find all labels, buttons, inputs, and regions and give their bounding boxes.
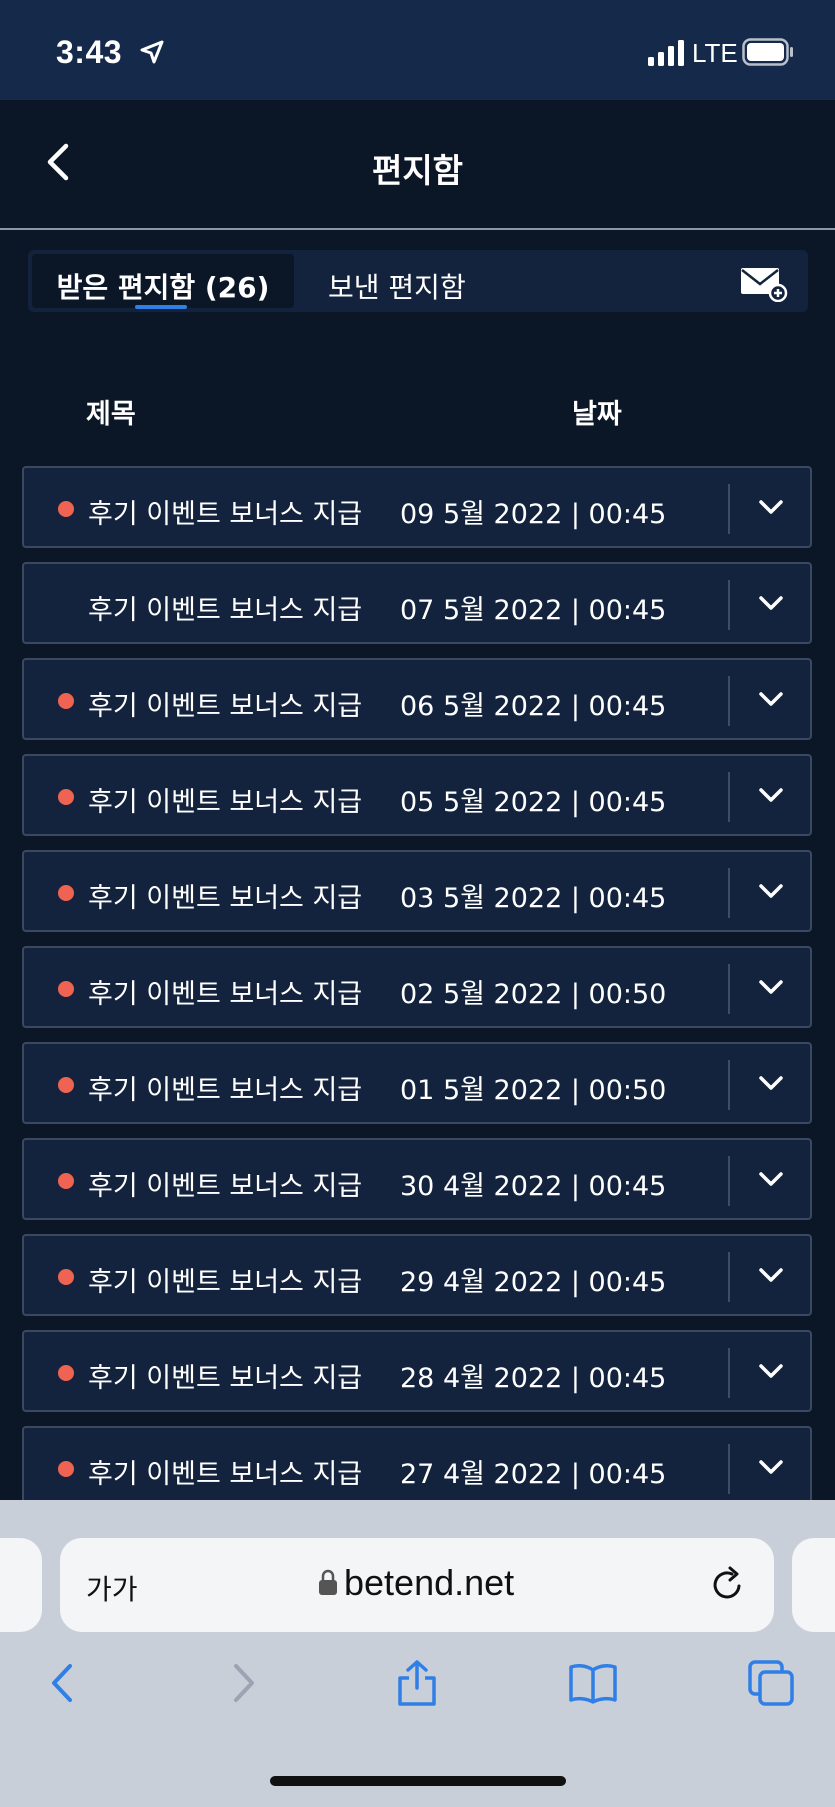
message-subject: 후기 이벤트 보너스 지급 (88, 1171, 363, 1202)
chevron-down-icon[interactable] (757, 978, 785, 998)
cellular-signal-icon (648, 40, 684, 66)
row-divider (728, 1156, 730, 1206)
bookmarks-icon[interactable] (568, 1658, 618, 1708)
message-date: 06 5월 2022 | 00:45 (400, 691, 667, 722)
unread-dot-icon (58, 1461, 74, 1477)
unread-dot-icon (58, 1077, 74, 1093)
message-list: 후기 이벤트 보너스 지급 09 5월 2022 | 00:45 후기 이벤트 보너… (22, 466, 814, 1500)
battery-icon (742, 38, 793, 66)
column-header-date: 날짜 (572, 399, 622, 430)
row-divider (728, 580, 730, 630)
unread-dot-icon (58, 885, 74, 901)
message-date: 30 4월 2022 | 00:45 (400, 1171, 667, 1202)
location-arrow-icon (140, 40, 164, 64)
row-divider (728, 772, 730, 822)
chevron-down-icon[interactable] (757, 498, 785, 518)
network-type: LTE (692, 38, 738, 68)
unread-dot-icon (58, 501, 74, 517)
previous-tab-preview[interactable] (0, 1538, 42, 1632)
chevron-down-icon[interactable] (757, 1458, 785, 1478)
column-header-subject: 제목 (86, 399, 136, 430)
message-row[interactable]: 후기 이벤트 보너스 지급 06 5월 2022 | 00:45 (22, 658, 812, 740)
row-divider (728, 1444, 730, 1494)
row-divider (728, 676, 730, 726)
message-date: 07 5월 2022 | 00:45 (400, 595, 667, 626)
message-subject: 후기 이벤트 보너스 지급 (88, 787, 363, 818)
message-subject: 후기 이벤트 보너스 지급 (88, 499, 363, 530)
home-indicator (270, 1776, 566, 1786)
chevron-down-icon[interactable] (757, 594, 785, 614)
app-header: 편지함 (0, 100, 835, 230)
message-row[interactable]: 후기 이벤트 보너스 지급 05 5월 2022 | 00:45 (22, 754, 812, 836)
message-row[interactable]: 후기 이벤트 보너스 지급 01 5월 2022 | 00:50 (22, 1042, 812, 1124)
chevron-down-icon[interactable] (757, 882, 785, 902)
tab-inbox[interactable]: 받은 편지함 (26) (32, 254, 294, 309)
status-time: 3:43 (56, 34, 123, 70)
mail-plus-icon[interactable] (740, 266, 788, 302)
next-tab-preview[interactable] (792, 1538, 835, 1632)
message-date: 28 4월 2022 | 00:45 (400, 1363, 667, 1394)
message-date: 01 5월 2022 | 00:50 (400, 1075, 667, 1106)
message-subject: 후기 이벤트 보너스 지급 (88, 1363, 363, 1394)
reload-icon[interactable] (708, 1564, 748, 1604)
message-subject: 후기 이벤트 보너스 지급 (88, 1459, 363, 1490)
message-row[interactable]: 후기 이벤트 보너스 지급 07 5월 2022 | 00:45 (22, 562, 812, 644)
row-divider (728, 1252, 730, 1302)
browser-back-icon[interactable] (38, 1658, 88, 1708)
message-subject: 후기 이벤트 보너스 지급 (88, 883, 363, 914)
chevron-down-icon[interactable] (757, 1074, 785, 1094)
message-date: 29 4월 2022 | 00:45 (400, 1267, 667, 1298)
message-date: 02 5월 2022 | 00:50 (400, 979, 667, 1010)
unread-dot-icon (58, 693, 74, 709)
tabs-icon[interactable] (746, 1658, 796, 1708)
unread-dot-icon (58, 1269, 74, 1285)
message-row[interactable]: 후기 이벤트 보너스 지급 02 5월 2022 | 00:50 (22, 946, 812, 1028)
message-subject: 후기 이벤트 보너스 지급 (88, 691, 363, 722)
chevron-down-icon[interactable] (757, 1170, 785, 1190)
address-bar[interactable]: 가가 betend.net (60, 1538, 774, 1632)
tab-inbox-label: 받은 편지함 (26) (56, 271, 270, 304)
url-text: betend.net (344, 1562, 515, 1603)
chevron-down-icon[interactable] (757, 786, 785, 806)
row-divider (728, 1060, 730, 1110)
message-row[interactable]: 후기 이벤트 보너스 지급 30 4월 2022 | 00:45 (22, 1138, 812, 1220)
message-date: 09 5월 2022 | 00:45 (400, 499, 667, 530)
page-title: 편지함 (371, 151, 464, 190)
tab-sent[interactable]: 보낸 편지함 (328, 266, 466, 306)
message-date: 27 4월 2022 | 00:45 (400, 1459, 667, 1490)
unread-dot-icon (58, 1173, 74, 1189)
share-icon[interactable] (392, 1658, 442, 1708)
lock-icon (319, 1569, 337, 1595)
message-row[interactable]: 후기 이벤트 보너스 지급 28 4월 2022 | 00:45 (22, 1330, 812, 1412)
chevron-down-icon[interactable] (757, 1362, 785, 1382)
active-tab-indicator (135, 305, 187, 309)
browser-forward-icon[interactable] (218, 1658, 268, 1708)
chevron-down-icon[interactable] (757, 1266, 785, 1286)
row-divider (728, 484, 730, 534)
message-subject: 후기 이벤트 보너스 지급 (88, 1267, 363, 1298)
browser-toolbar: 가가 betend.net (0, 1500, 835, 1807)
row-divider (728, 964, 730, 1014)
mailbox-tabs: 받은 편지함 (26) 보낸 편지함 (28, 250, 808, 312)
message-subject: 후기 이벤트 보너스 지급 (88, 979, 363, 1010)
row-divider (728, 868, 730, 918)
text-size-button[interactable]: 가가 (86, 1568, 138, 1608)
message-row[interactable]: 후기 이벤트 보너스 지급 03 5월 2022 | 00:45 (22, 850, 812, 932)
status-bar: 3:43 LTE (0, 0, 835, 100)
message-subject: 후기 이벤트 보너스 지급 (88, 1075, 363, 1106)
message-date: 05 5월 2022 | 00:45 (400, 787, 667, 818)
unread-dot-icon (58, 981, 74, 997)
row-divider (728, 1348, 730, 1398)
message-subject: 후기 이벤트 보너스 지급 (88, 595, 363, 626)
chevron-down-icon[interactable] (757, 690, 785, 710)
unread-dot-icon (58, 1365, 74, 1381)
message-date: 03 5월 2022 | 00:45 (400, 883, 667, 914)
unread-dot-icon (58, 789, 74, 805)
message-row[interactable]: 후기 이벤트 보너스 지급 09 5월 2022 | 00:45 (22, 466, 812, 548)
message-row[interactable]: 후기 이벤트 보너스 지급 29 4월 2022 | 00:45 (22, 1234, 812, 1316)
message-row[interactable]: 후기 이벤트 보너스 지급 27 4월 2022 | 00:45 (22, 1426, 812, 1500)
